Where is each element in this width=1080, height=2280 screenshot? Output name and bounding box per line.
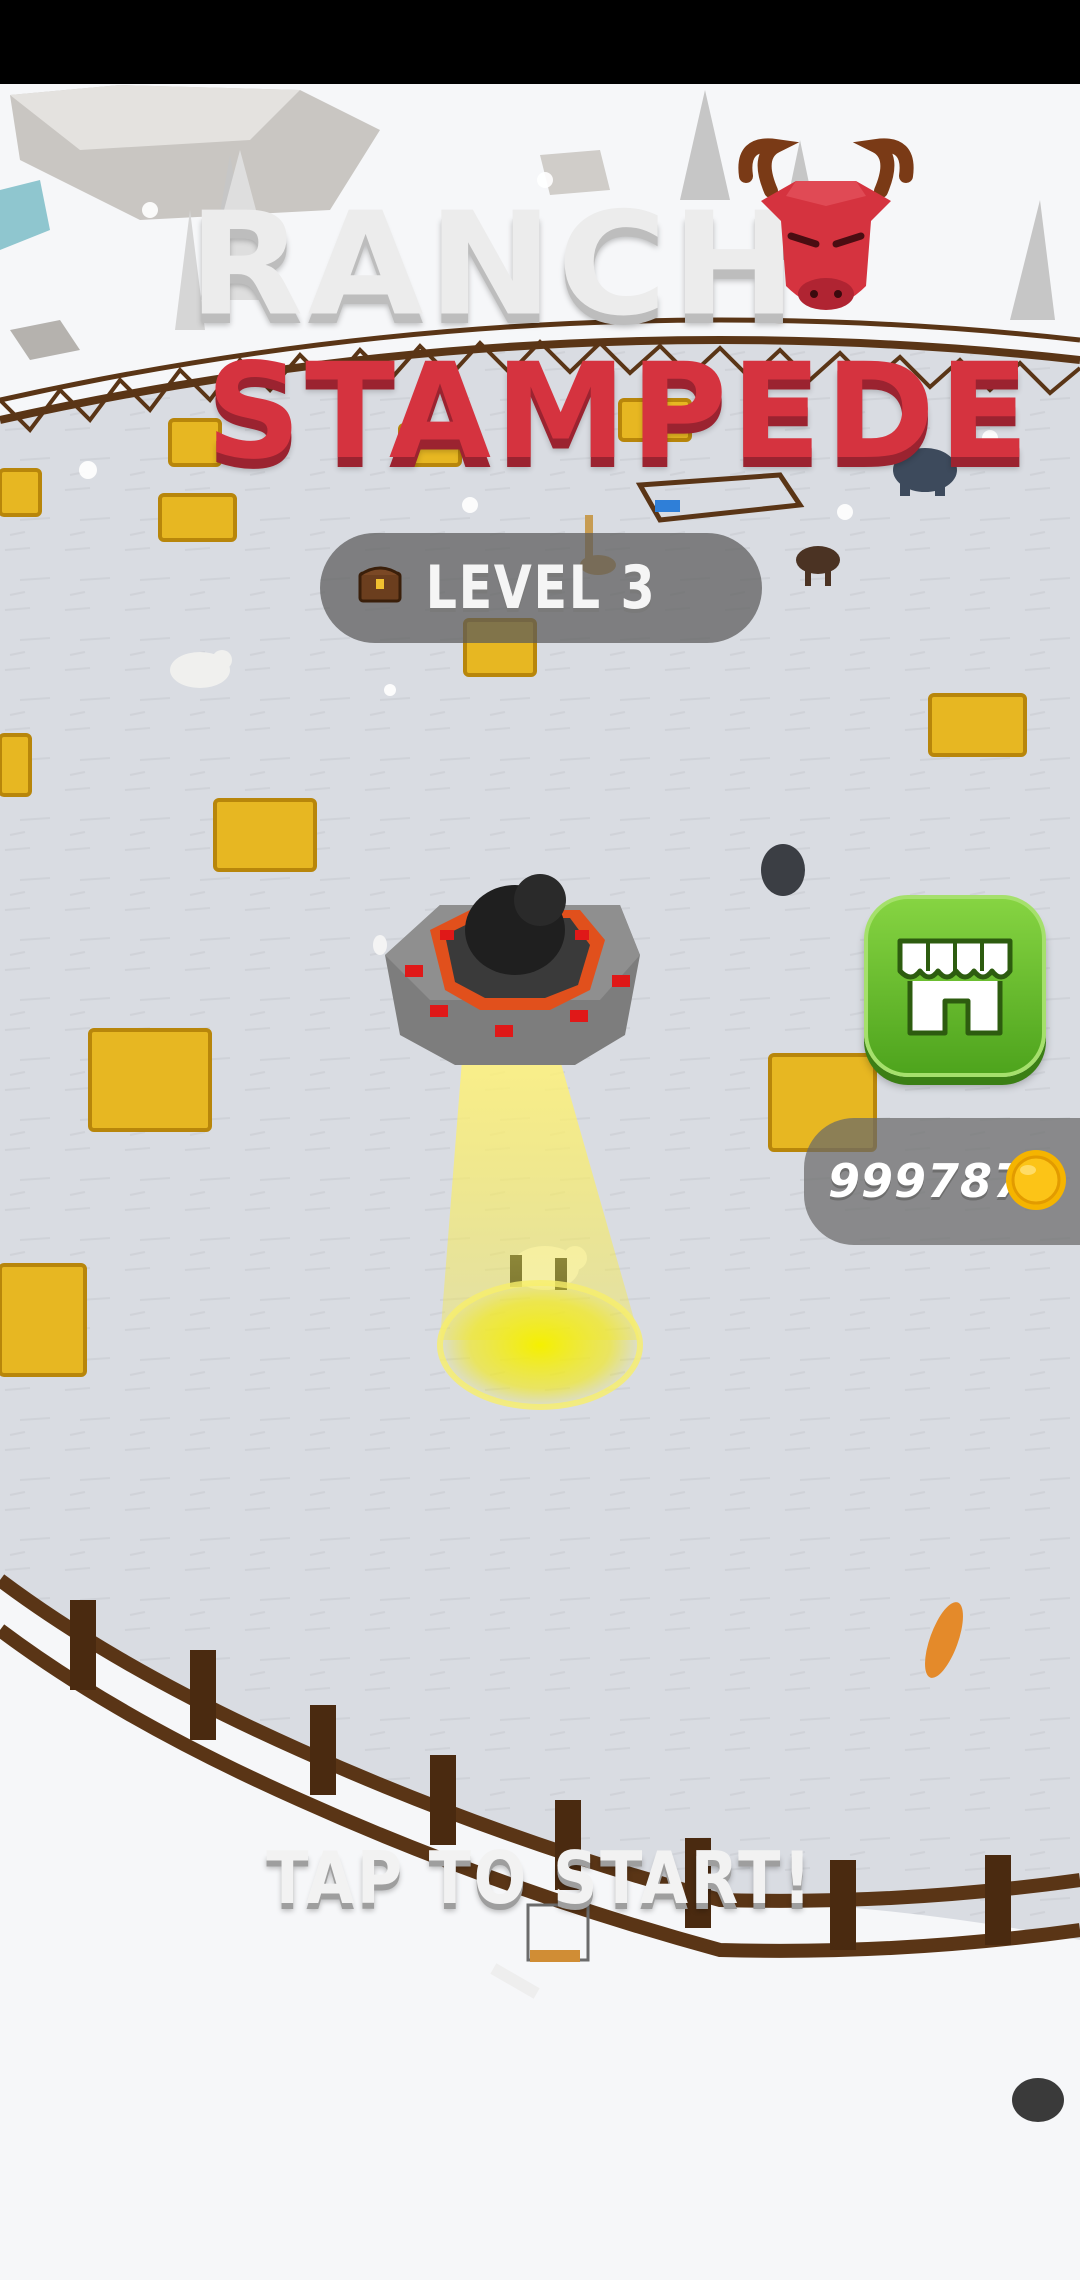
level-label: LEVEL 3 [425,553,657,623]
shop-icon [897,938,1013,1036]
coin-counter: 9997879 [804,1118,1080,1245]
shop-button[interactable] [864,895,1046,1077]
title-line-1: RANCH [188,182,801,348]
gold-coin-icon [1006,1150,1066,1210]
title-line-2: STAMPEDE [206,335,1034,489]
game-screen[interactable]: RANCH STAMPEDE LEVEL 3 9997879 TAP TO ST… [0,0,1080,2280]
level-indicator: LEVEL 3 [320,533,762,643]
tap-to-start-prompt[interactable]: TAP TO START! [76,1836,1005,1920]
bull-head-icon [738,138,914,310]
status-bar [0,0,1080,84]
